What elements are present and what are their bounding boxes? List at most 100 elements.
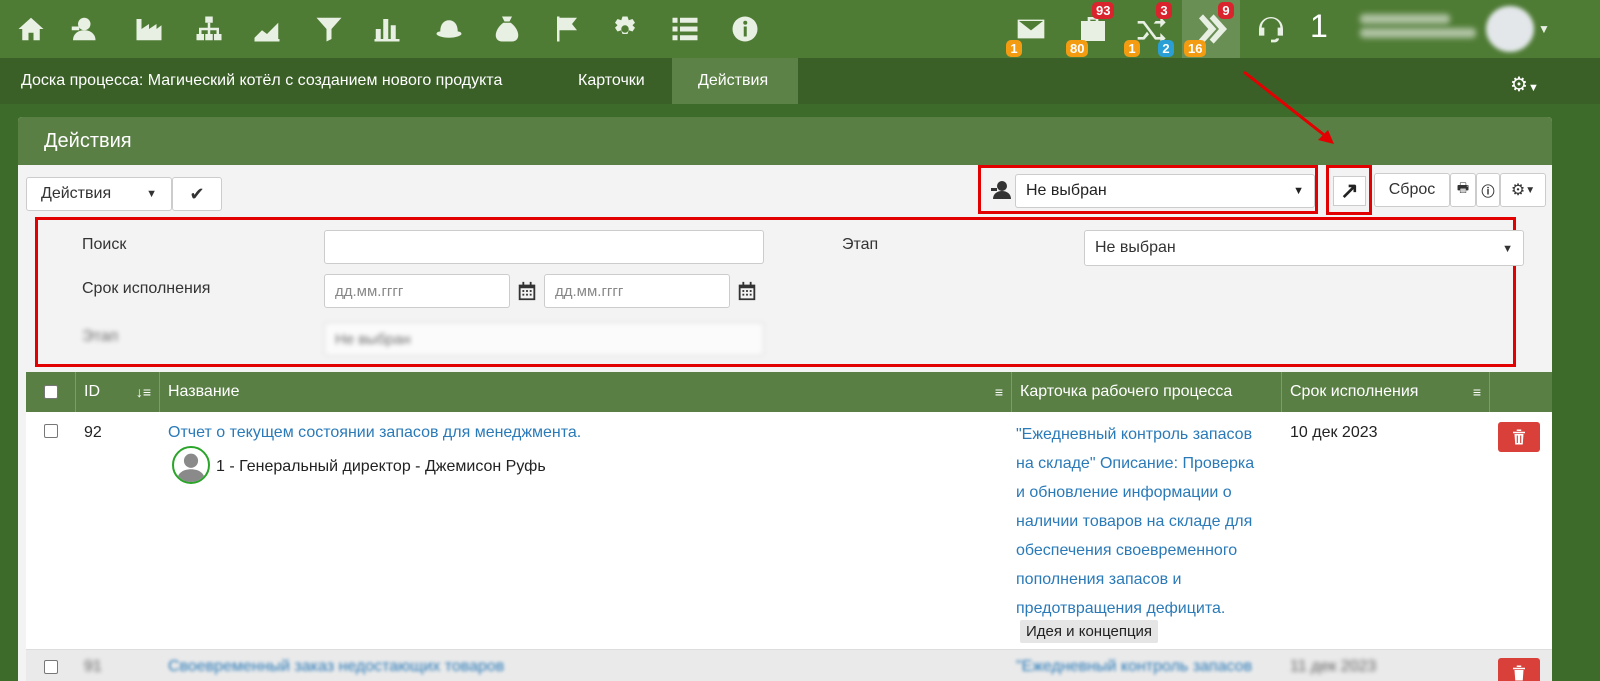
column-name[interactable]: Название ≡ — [160, 372, 1012, 412]
headset-icon[interactable] — [1242, 0, 1300, 58]
info-icon[interactable]: ⓘ — [1476, 173, 1500, 207]
card-line: пополнения запасов и — [1016, 571, 1182, 588]
user-count: 1 — [1310, 8, 1328, 44]
row-checkbox[interactable] — [44, 660, 58, 674]
user-icon[interactable] — [62, 8, 104, 50]
column-name-label: Название — [168, 383, 240, 400]
actions-button-label: Действия — [41, 185, 112, 202]
assignee-avatar[interactable] — [172, 446, 210, 484]
home-icon[interactable] — [10, 8, 52, 50]
owner-select-value: Не выбран — [1026, 182, 1107, 199]
column-id-label: ID — [84, 383, 100, 400]
briefcase-top-badge: 93 — [1092, 2, 1115, 19]
stage-label: Этап — [842, 236, 879, 253]
card-line: наличии товаров на складе для — [1016, 513, 1253, 530]
bar-chart-icon[interactable] — [366, 8, 408, 50]
table-header: ID ↓≡ Название ≡ Карточка рабочего проце… — [26, 372, 1552, 412]
forward-top-badge: 9 — [1218, 2, 1234, 19]
row-id: 92 — [84, 424, 102, 441]
assignee-name: 1 - Генеральный директор - Джемисон Руфь — [216, 458, 546, 475]
column-menu-icon[interactable]: ≡ — [995, 372, 1003, 412]
workflow-card-link[interactable]: "Ежедневный контроль запасов — [1016, 658, 1252, 676]
column-card[interactable]: Карточка рабочего процесса — [1012, 372, 1282, 412]
actions-dropdown-button[interactable]: Действия ▼ — [26, 177, 172, 211]
filters-area: Поиск Срок исполнения дд.мм.гггг дд.мм.г… — [35, 217, 1524, 367]
info-icon[interactable] — [724, 8, 766, 50]
shuffle-blue-badge: 2 — [1158, 40, 1174, 57]
avatar[interactable] — [1486, 6, 1534, 52]
money-bag-icon[interactable] — [486, 8, 528, 50]
column-due[interactable]: Срок исполнения ≡ — [1282, 372, 1490, 412]
search-input[interactable] — [324, 230, 764, 264]
workflow-card-link[interactable]: "Ежедневный контроль запасов на складе" … — [1016, 420, 1278, 623]
calendar-icon[interactable] — [736, 280, 760, 304]
column-card-label: Карточка рабочего процесса — [1020, 383, 1233, 400]
date-to-input[interactable]: дд.мм.гггг — [544, 274, 730, 308]
settings-menu-icon[interactable]: ⚙▼ — [1510, 72, 1539, 97]
print-icon[interactable]: 🖶 — [1450, 173, 1476, 207]
calendar-icon[interactable] — [516, 280, 540, 304]
column-menu-icon[interactable]: ≡ — [1473, 372, 1481, 412]
select-all-checkbox[interactable] — [43, 385, 58, 399]
hat-icon[interactable] — [428, 8, 470, 50]
delete-button[interactable] — [1498, 658, 1540, 681]
card-line: и обновление информации о — [1016, 484, 1232, 501]
shuffle-top-badge: 3 — [1156, 2, 1172, 19]
user-name[interactable] — [1360, 10, 1480, 50]
column-due-label: Срок исполнения — [1290, 383, 1419, 400]
row-due-date: 11 дек 2023 — [1290, 658, 1377, 675]
row-checkbox-cell — [44, 424, 58, 443]
trash-icon — [1513, 429, 1525, 445]
trash-icon — [1513, 665, 1525, 681]
column-id[interactable]: ID ↓≡ — [76, 372, 160, 412]
filter-icon[interactable] — [308, 8, 350, 50]
blurred-filter-select[interactable]: Не выбран — [324, 322, 764, 356]
gear-icon[interactable] — [604, 8, 646, 50]
date-from-input[interactable]: дд.мм.гггг — [324, 274, 510, 308]
table-row: 91 Своевременный заказ недостающих товар… — [26, 650, 1552, 681]
factory-icon[interactable] — [128, 8, 170, 50]
owner-highlight: Не выбран ▼ — [978, 165, 1318, 214]
chevron-down-icon[interactable]: ▼ — [1538, 22, 1550, 36]
area-chart-icon[interactable] — [246, 8, 288, 50]
list-icon[interactable] — [664, 8, 706, 50]
reset-button[interactable]: Сброс — [1374, 173, 1450, 207]
shuffle-orange-badge: 1 — [1124, 40, 1140, 57]
blurred-filter-value: Не выбран — [335, 331, 411, 348]
card-line: обеспечения своевременного — [1016, 542, 1238, 559]
row-name-link[interactable]: Своевременный заказ недостающих товаров — [168, 658, 504, 676]
stage-select[interactable]: Не выбран ▼ — [1084, 230, 1524, 266]
settings-gear-icon[interactable]: ⚙ ▼ — [1500, 173, 1546, 207]
checkmark-button[interactable]: ✔ — [172, 177, 222, 211]
sort-desc-icon[interactable]: ↓≡ — [136, 372, 151, 412]
board-bar: Доска процесса: Магический котёл с созда… — [0, 58, 1600, 104]
actions-table: ID ↓≡ Название ≡ Карточка рабочего проце… — [26, 372, 1552, 681]
card-line: предотвращения дефицита. — [1016, 600, 1226, 617]
caret-down-icon: ▼ — [1502, 243, 1513, 255]
row-checkbox[interactable] — [44, 424, 58, 438]
board-title: Доска процесса: Магический котёл с созда… — [21, 72, 503, 89]
column-actions — [1490, 372, 1552, 412]
tab-cards[interactable]: Карточки — [552, 58, 671, 104]
forward-bottom-badge: 16 — [1184, 40, 1207, 57]
user-icon — [989, 178, 1013, 202]
due-date-label: Срок исполнения — [82, 280, 211, 297]
card-line: на складе" Описание: Проверка — [1016, 455, 1255, 472]
select-all-cell — [26, 372, 76, 412]
row-name-link[interactable]: Отчет о текущем состоянии запасов для ме… — [168, 424, 581, 442]
briefcase-bottom-badge: 80 — [1066, 40, 1089, 57]
flag-icon[interactable] — [546, 8, 588, 50]
search-label: Поиск — [82, 236, 127, 253]
expand-arrow-button[interactable]: ↗ — [1333, 176, 1366, 206]
row-id: 91 — [84, 658, 102, 675]
owner-select[interactable]: Не выбран ▼ — [1015, 174, 1315, 208]
annotation-arrow — [1243, 70, 1334, 144]
row-checkbox-cell — [44, 660, 58, 679]
org-chart-icon[interactable] — [188, 8, 230, 50]
stage-label-badge: Идея и концепция — [1020, 620, 1159, 643]
tab-actions[interactable]: Действия — [672, 58, 798, 104]
delete-button[interactable] — [1498, 422, 1540, 452]
caret-down-icon: ▼ — [1293, 185, 1304, 197]
caret-down-icon: ▼ — [146, 188, 157, 200]
table-row: 92 Отчет о текущем состоянии запасов для… — [26, 412, 1552, 650]
